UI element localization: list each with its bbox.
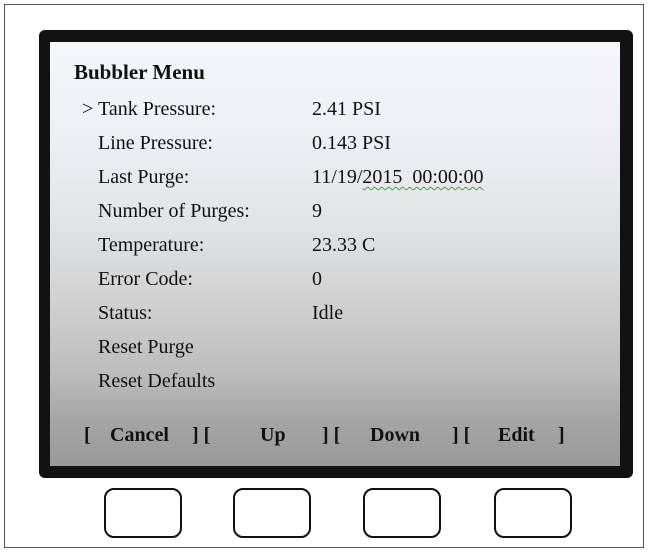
menu-item-label: Reset Purge bbox=[98, 336, 194, 358]
menu-item-label: Last Purge: bbox=[98, 166, 190, 188]
menu-item-value: Idle bbox=[312, 302, 344, 324]
menu-item-reset-purge[interactable]: Reset Purge bbox=[82, 336, 612, 370]
hardware-button-down[interactable] bbox=[363, 488, 441, 538]
menu-item-value: 0.143 PSI bbox=[312, 132, 391, 154]
date-prefix: 11/19/ bbox=[312, 166, 363, 188]
menu-item-last-purge[interactable]: Last Purge: 11/19/2015 00:00:00 bbox=[82, 166, 612, 200]
spellcheck-marked-text: 2015 00:00:00 bbox=[362, 166, 484, 188]
menu-item-tank-pressure[interactable]: > Tank Pressure: 2.41 PSI bbox=[82, 98, 612, 132]
softkey-bracket: ] bbox=[558, 424, 565, 446]
menu-item-value: 2.41 PSI bbox=[312, 98, 381, 120]
menu-item-label: Temperature: bbox=[98, 234, 205, 256]
menu-item-value: 11/19/2015 00:00:00 bbox=[312, 166, 484, 189]
menu-item-label: Reset Defaults bbox=[98, 370, 216, 392]
softkey-up[interactable]: Up bbox=[260, 424, 286, 447]
menu-item-label: Number of Purges: bbox=[98, 200, 250, 222]
softkey-bracket: [ bbox=[84, 424, 91, 446]
softkey-bracket: ] [ bbox=[452, 424, 471, 446]
menu-item-line-pressure[interactable]: Line Pressure: 0.143 PSI bbox=[82, 132, 612, 166]
menu-item-value: 0 bbox=[312, 268, 322, 290]
softkey-down[interactable]: Down bbox=[370, 424, 420, 447]
softkey-cancel[interactable]: Cancel bbox=[110, 424, 169, 447]
menu-item-status[interactable]: Status: Idle bbox=[82, 302, 612, 336]
menu-title: Bubbler Menu bbox=[74, 60, 205, 84]
menu-item-label: Line Pressure: bbox=[98, 132, 213, 154]
menu-item-label: Status: bbox=[98, 302, 153, 324]
lcd-screen: Bubbler Menu > Tank Pressure: 2.41 PSI L… bbox=[50, 42, 620, 466]
softkey-edit[interactable]: Edit bbox=[498, 424, 535, 447]
menu-item-number-of-purges[interactable]: Number of Purges: 9 bbox=[82, 200, 612, 234]
selection-cursor: > bbox=[82, 98, 94, 120]
softkey-bracket: ] [ bbox=[322, 424, 341, 446]
softkey-bar: [ Cancel ] [ Up ] [ Down ] [ Edit ] bbox=[84, 424, 604, 454]
menu-item-temperature[interactable]: Temperature: 23.33 C bbox=[82, 234, 612, 268]
menu-item-label: Tank Pressure: bbox=[98, 98, 217, 120]
menu-item-value: 9 bbox=[312, 200, 322, 222]
menu-list: > Tank Pressure: 2.41 PSI Line Pressure:… bbox=[82, 98, 612, 404]
softkey-bracket: ] [ bbox=[192, 424, 211, 446]
hardware-button-cancel[interactable] bbox=[104, 488, 182, 538]
menu-item-error-code[interactable]: Error Code: 0 bbox=[82, 268, 612, 302]
hardware-button-edit[interactable] bbox=[494, 488, 572, 538]
menu-item-value: 23.33 C bbox=[312, 234, 376, 256]
menu-item-reset-defaults[interactable]: Reset Defaults bbox=[82, 370, 612, 404]
hardware-button-up[interactable] bbox=[233, 488, 311, 538]
menu-item-label: Error Code: bbox=[98, 268, 193, 290]
